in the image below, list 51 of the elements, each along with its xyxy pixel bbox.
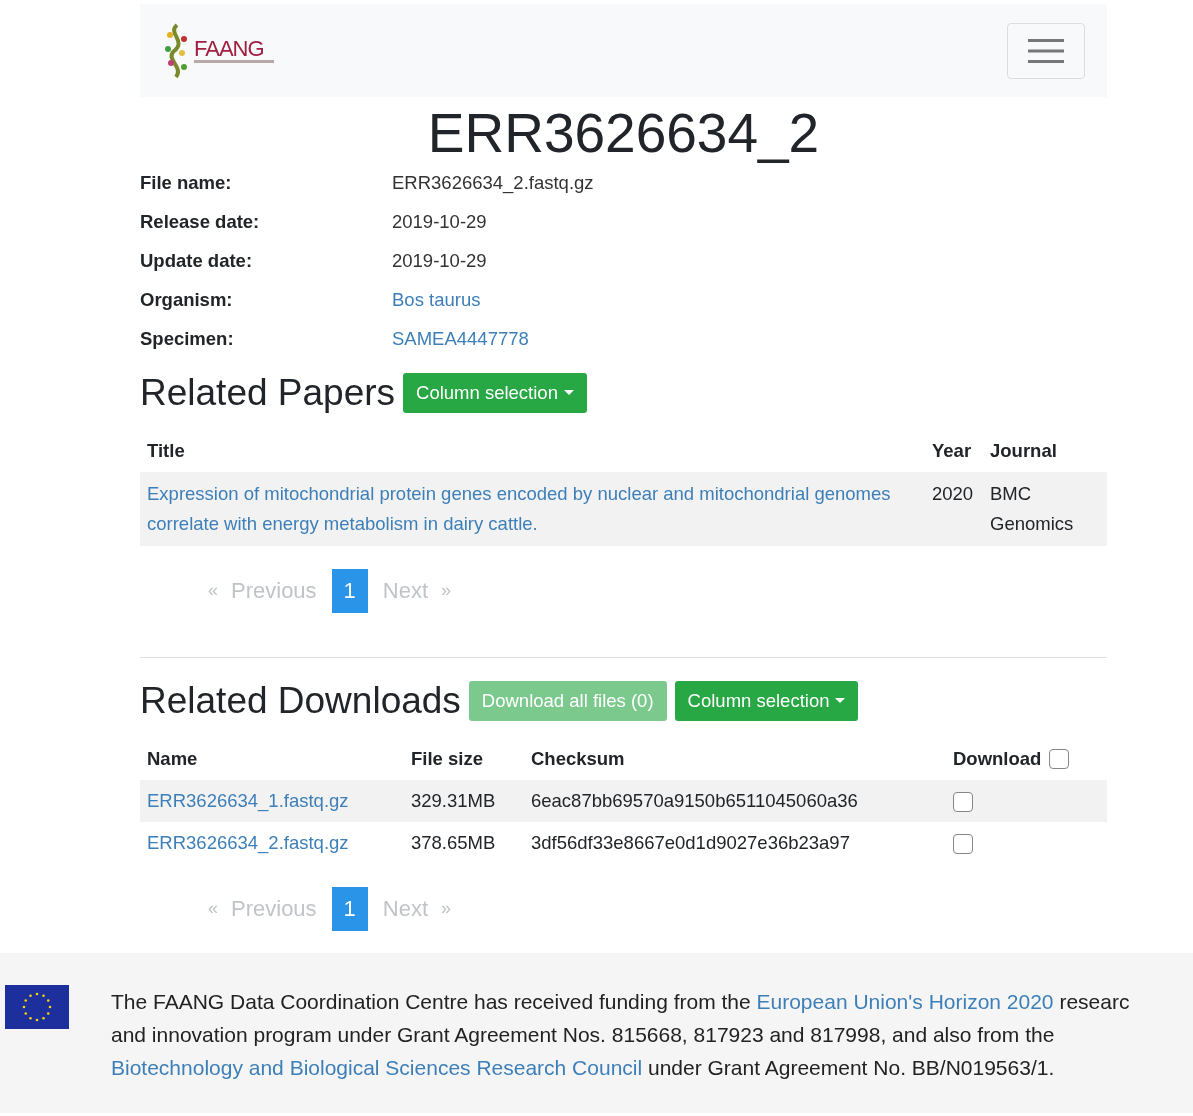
column-selection-button[interactable]: Column selection bbox=[403, 372, 587, 413]
field-value: ERR3626634_2.fastq.gz bbox=[392, 171, 594, 194]
file-link[interactable]: ERR3626634_2.fastq.gz bbox=[147, 831, 349, 853]
page-button[interactable]: 1 bbox=[331, 568, 368, 613]
menu-icon bbox=[1028, 37, 1064, 64]
column-header: Title bbox=[140, 429, 925, 472]
column-header: Journal bbox=[983, 429, 1107, 472]
row-checkbox[interactable] bbox=[953, 791, 973, 812]
field-label: File name: bbox=[140, 171, 233, 194]
field-link[interactable]: SAMEA4447778 bbox=[392, 327, 529, 350]
field-label: Specimen: bbox=[140, 327, 235, 350]
funding-link[interactable]: Biotechnology and Biological Sciences Research Council bbox=[111, 1055, 643, 1079]
column-header: Download bbox=[953, 747, 1042, 770]
page-link[interactable]: Next bbox=[375, 886, 436, 931]
table-cell: 2020 bbox=[925, 471, 983, 546]
funding-text: The FAANG Data Coordination Centre has received funding from the European Union's Horizon 2020 researc and innovation program under Grant Agreement Nos. 815668, 817923 and 817998, and also from the Biotechnology and Biological Sciences Research Council under Grant Agreement No. BB/N019563/1. bbox=[111, 988, 1130, 1081]
page-arrow[interactable]: » bbox=[435, 571, 458, 610]
field-value: 2019-10-29 bbox=[392, 210, 487, 233]
section-heading: Related Downloads bbox=[140, 679, 461, 722]
field-label: Update date: bbox=[140, 249, 254, 272]
table-cell: 6eac87bb69570a9150b6511045060a36 bbox=[524, 779, 946, 822]
page-link[interactable]: Next bbox=[375, 568, 436, 613]
field-value: 2019-10-29 bbox=[392, 249, 487, 272]
field-label: Release date: bbox=[140, 210, 261, 233]
page-arrow[interactable]: » bbox=[435, 889, 458, 928]
eu-flag-icon bbox=[5, 984, 69, 1029]
menu-button[interactable] bbox=[1007, 22, 1085, 79]
field-label: Organism: bbox=[140, 288, 234, 311]
page-arrow[interactable]: « bbox=[202, 571, 224, 610]
table-cell: 329.31MB bbox=[404, 779, 524, 822]
funding-link[interactable]: European Union's Horizon 2020 bbox=[756, 989, 1054, 1013]
table-cell: BMC Genomics bbox=[983, 471, 1107, 546]
page-button[interactable]: 1 bbox=[331, 886, 368, 931]
table-cell: 3df56df33e8667e0d1d9027e36b23a97 bbox=[524, 821, 946, 864]
section-heading: Related Papers bbox=[140, 371, 396, 414]
column-header: File size bbox=[404, 737, 524, 780]
select-all-checkbox[interactable] bbox=[1049, 748, 1070, 769]
page-arrow[interactable]: « bbox=[202, 889, 224, 928]
caret-icon bbox=[835, 697, 846, 704]
column-header: Year bbox=[925, 429, 983, 472]
field-link[interactable]: Bos taurus bbox=[392, 288, 481, 311]
logo-text: FAANG bbox=[194, 37, 265, 60]
column-selection-button[interactable]: Column selection bbox=[674, 680, 859, 721]
page-link[interactable]: Previous bbox=[224, 886, 324, 931]
column-header: Checksum bbox=[524, 737, 946, 780]
table-cell: 378.65MB bbox=[404, 821, 524, 864]
caret-icon bbox=[563, 389, 574, 396]
column-header: Name bbox=[140, 737, 404, 780]
row-checkbox[interactable] bbox=[953, 833, 973, 854]
page-link[interactable]: Previous bbox=[224, 568, 324, 613]
page-title: ERR3626634_2 bbox=[426, 103, 821, 164]
